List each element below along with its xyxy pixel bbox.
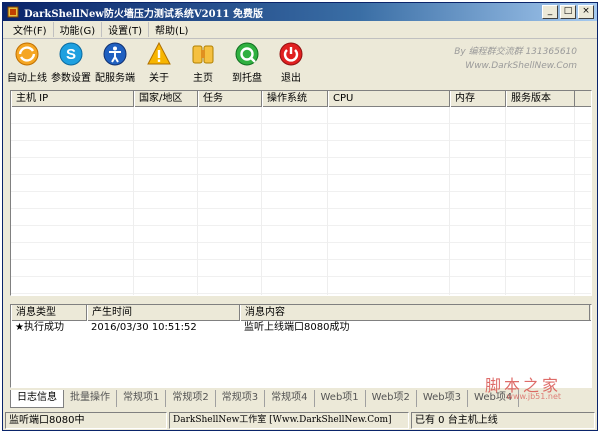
col-memory[interactable]: 内存	[450, 91, 506, 107]
to-tray-button[interactable]: 到托盘	[225, 39, 269, 84]
main-window: DarkShellNew防火墙压力测试系统V2011 免费版 _ □ × 文件(…	[2, 2, 598, 431]
about-label: 关于	[149, 73, 169, 84]
close-button[interactable]: ×	[578, 5, 594, 19]
warning-about-icon	[146, 41, 172, 67]
exit-label: 退出	[281, 73, 301, 84]
col-task[interactable]: 任务	[198, 91, 262, 107]
tray-icon	[234, 41, 260, 67]
window-title: DarkShellNew防火墙压力测试系统V2011 免费版	[24, 8, 263, 20]
toolbar: 自动上线 S 参数设置 配服务端 关于 主页 到托盘 退出 By 编程群交流群 …	[3, 39, 597, 84]
home-page-label: 主页	[193, 73, 213, 84]
param-settings-label: 参数设置	[51, 73, 91, 84]
col-host-ip[interactable]: 主机 IP	[11, 91, 134, 107]
log-time: 2016/03/30 10:51:52	[91, 322, 197, 333]
host-list-body	[11, 107, 591, 295]
auto-online-label: 自动上线	[7, 73, 47, 84]
menu-file[interactable]: 文件(F)	[7, 22, 54, 37]
menu-bar: 文件(F) 功能(G) 设置(T) 帮助(L)	[3, 21, 597, 39]
menu-help[interactable]: 帮助(L)	[149, 22, 194, 37]
app-icon	[6, 5, 20, 19]
brand-website: Www.DarkShellNew.Com	[465, 61, 577, 71]
tab-web-3[interactable]: Web项3	[416, 390, 469, 407]
maximize-button[interactable]: □	[560, 5, 576, 19]
col-created-time[interactable]: 产生时间	[87, 305, 240, 321]
config-server-button[interactable]: 配服务端	[93, 39, 137, 84]
auto-online-icon	[14, 41, 40, 67]
host-list-header: 主机 IP 国家/地区 任务 操作系统 CPU 内存 服务版本	[11, 91, 591, 107]
brand-info: By 编程群交流群 131365610 Www.DarkShellNew.Com	[454, 45, 577, 73]
tab-log-info[interactable]: 日志信息	[10, 390, 64, 408]
col-service-version[interactable]: 服务版本	[506, 91, 575, 107]
tab-general-3[interactable]: 常规项3	[215, 390, 266, 407]
watermark-url: www.jb51.net	[506, 392, 561, 401]
tab-general-1[interactable]: 常规项1	[117, 390, 167, 407]
col-message-content[interactable]: 消息内容	[240, 305, 590, 321]
param-settings-button[interactable]: S 参数设置	[49, 39, 93, 84]
home-page-icon	[190, 41, 216, 67]
log-type: ★执行成功	[15, 322, 64, 333]
log-list-header: 消息类型 产生时间 消息内容	[11, 305, 591, 321]
skype-settings-icon: S	[58, 41, 84, 67]
svg-text:S: S	[66, 46, 76, 63]
bottom-tabs: 日志信息 批量操作 常规项1 常规项2 常规项3 常规项4 Web项1 Web项…	[10, 390, 520, 408]
tab-batch-ops[interactable]: 批量操作	[64, 390, 117, 407]
accessibility-config-icon	[102, 41, 128, 67]
to-tray-label: 到托盘	[232, 73, 262, 84]
about-button[interactable]: 关于	[137, 39, 181, 84]
col-os[interactable]: 操作系统	[262, 91, 328, 107]
host-list[interactable]: 主机 IP 国家/地区 任务 操作系统 CPU 内存 服务版本	[10, 90, 592, 296]
panel-splitter[interactable]	[10, 298, 592, 302]
home-page-button[interactable]: 主页	[181, 39, 225, 84]
power-exit-icon	[278, 41, 304, 67]
exit-button[interactable]: 退出	[269, 39, 313, 84]
tab-general-4[interactable]: 常规项4	[265, 390, 315, 407]
tab-web-1[interactable]: Web项1	[314, 390, 366, 407]
minimize-button[interactable]: _	[542, 5, 558, 19]
col-cpu[interactable]: CPU	[328, 91, 450, 107]
auto-online-button[interactable]: 自动上线	[5, 39, 49, 84]
config-server-label: 配服务端	[95, 73, 135, 84]
col-country[interactable]: 国家/地区	[134, 91, 198, 107]
brand-qq-group: By 编程群交流群 131365610	[454, 47, 577, 57]
tab-web-2[interactable]: Web项2	[365, 390, 417, 407]
menu-function[interactable]: 功能(G)	[54, 22, 103, 37]
menu-settings[interactable]: 设置(T)	[102, 22, 150, 37]
status-listen-port: 监听端口8080中	[5, 412, 167, 429]
log-row[interactable]: ★执行成功 2016/03/30 10:51:52 监听上线端口8080成功	[11, 321, 591, 335]
status-online-count: 已有 0 台主机上线	[411, 412, 595, 429]
tab-general-2[interactable]: 常规项2	[166, 390, 216, 407]
status-bar: 监听端口8080中 DarkShellNew工作室 [Www.DarkShell…	[3, 410, 597, 430]
status-studio: DarkShellNew工作室 [Www.DarkShellNew.Com]	[169, 412, 409, 429]
col-message-type[interactable]: 消息类型	[11, 305, 87, 321]
log-content: 监听上线端口8080成功	[244, 322, 350, 333]
title-bar[interactable]: DarkShellNew防火墙压力测试系统V2011 免费版 _ □ ×	[3, 3, 597, 21]
